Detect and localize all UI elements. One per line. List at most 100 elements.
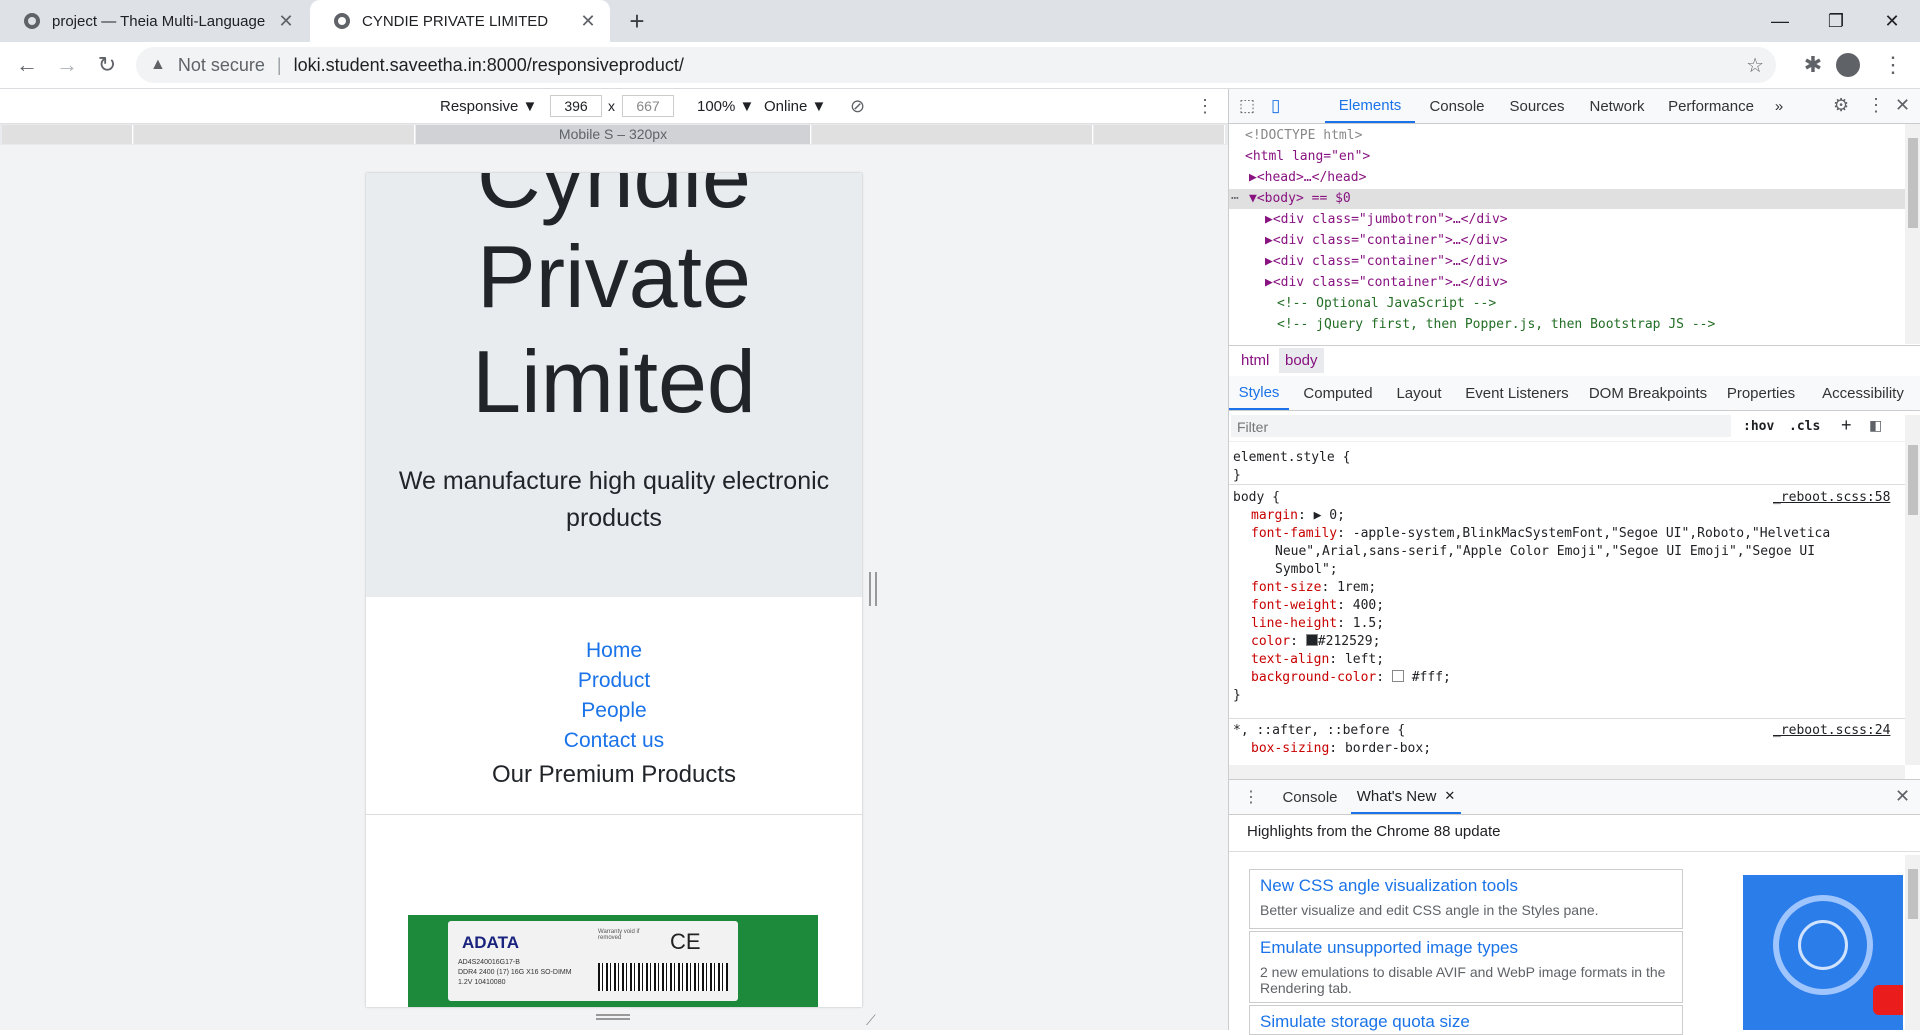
styles-filter-input[interactable] [1231, 415, 1729, 439]
back-button[interactable]: ← [10, 48, 44, 82]
dom-comment[interactable]: <!-- Optional JavaScript --> [1277, 296, 1496, 311]
feature-card[interactable]: Emulate unsupported image types 2 new em… [1249, 931, 1683, 1003]
feature-card-title[interactable]: Simulate storage quota size [1260, 1012, 1470, 1032]
drawer-menu-icon[interactable]: ⋮ [1243, 787, 1259, 807]
drawer-scrollbar[interactable] [1905, 855, 1920, 1030]
minimize-button[interactable]: — [1752, 0, 1808, 42]
dom-node-selected[interactable]: ▼<body> == $0 [1249, 191, 1351, 206]
tab-console[interactable]: Console [1419, 89, 1495, 123]
inspect-element-icon[interactable]: ⬚ [1239, 96, 1255, 116]
new-style-rule-icon[interactable]: + [1841, 415, 1852, 436]
subtab-dom-breakpoints[interactable]: DOM Breakpoints [1583, 376, 1713, 410]
decl-font-weight[interactable]: font-weight: 400; [1251, 598, 1384, 613]
resize-handle-right[interactable] [869, 572, 877, 606]
drawer-tab-console[interactable]: Console [1273, 780, 1347, 814]
subtab-layout[interactable]: Layout [1387, 376, 1451, 410]
star-rule-selector[interactable]: *, ::after, ::before { [1233, 723, 1405, 738]
new-tab-button[interactable]: + [622, 6, 652, 36]
nav-home[interactable]: Home [366, 639, 862, 663]
rotate-icon[interactable]: ⊘ [850, 95, 865, 117]
body-rule-selector[interactable]: body { [1233, 490, 1280, 505]
devtools-menu-icon[interactable]: ⋮ [1867, 95, 1885, 116]
tab-network[interactable]: Network [1579, 89, 1655, 123]
close-drawer-tab-icon[interactable]: ✕ [1444, 788, 1455, 804]
dom-scrollbar[interactable] [1905, 124, 1920, 344]
subtab-properties[interactable]: Properties [1719, 376, 1803, 410]
color-swatch[interactable] [1391, 670, 1404, 682]
throttle-select[interactable]: Online ▼ [764, 95, 826, 117]
subtab-computed[interactable]: Computed [1295, 376, 1381, 410]
nav-product[interactable]: Product [366, 669, 862, 693]
close-tab-icon[interactable]: ✕ [276, 11, 296, 32]
subtab-accessibility[interactable]: Accessibility [1809, 376, 1917, 410]
styles-scrollbar[interactable] [1905, 415, 1920, 765]
mq-segment[interactable] [812, 125, 1093, 144]
maximize-button[interactable]: ❐ [1808, 0, 1864, 42]
close-window-button[interactable]: ✕ [1864, 0, 1920, 42]
close-devtools-icon[interactable]: ✕ [1895, 95, 1910, 116]
dom-node[interactable]: ▶<head>…</head> [1249, 170, 1366, 185]
dom-node[interactable]: <!DOCTYPE html> [1245, 128, 1362, 143]
mq-segment[interactable] [2, 125, 133, 144]
address-bar[interactable]: ▲ Not secure | loki.student.saveetha.in:… [136, 47, 1776, 83]
reboot-source-link[interactable]: _reboot.scss:58 [1773, 490, 1890, 505]
subtab-styles[interactable]: Styles [1229, 376, 1289, 410]
resize-corner-icon[interactable]: ⟋ [866, 1012, 876, 1029]
close-drawer-icon[interactable]: ✕ [1895, 786, 1910, 807]
dom-node[interactable]: ▶<div class="jumbotron">…</div> [1265, 212, 1508, 227]
dom-node[interactable]: ▶<div class="container">…</div> [1265, 233, 1508, 248]
resize-handle-bottom[interactable] [596, 1014, 630, 1020]
profile-avatar[interactable] [1836, 53, 1860, 77]
reload-button[interactable]: ↻ [90, 48, 124, 82]
styles-hscrollbar[interactable] [1229, 765, 1905, 779]
height-input[interactable]: 667 [622, 95, 674, 117]
scrollbar-thumb[interactable] [1908, 869, 1918, 919]
feature-card[interactable]: Simulate storage quota size [1249, 1005, 1683, 1035]
scrollbar-thumb[interactable] [1908, 138, 1918, 228]
mq-segment[interactable] [1094, 125, 1225, 144]
hov-toggle[interactable]: :hov [1743, 419, 1774, 434]
decl-color[interactable]: color: #212529; [1251, 634, 1380, 649]
decl-box-sizing[interactable]: box-sizing: border-box; [1251, 741, 1431, 756]
tab-sources[interactable]: Sources [1499, 89, 1575, 123]
decl-font-family[interactable]: font-family: -apple-system,BlinkMacSyste… [1251, 526, 1830, 541]
tab-elements[interactable]: Elements [1325, 89, 1415, 123]
mq-mobile-s[interactable]: Mobile S – 320px [416, 125, 811, 144]
drawer-tab-whats-new[interactable]: What's New ✕ [1351, 780, 1461, 814]
reboot-source-link[interactable]: _reboot.scss:24 [1773, 723, 1890, 738]
decl-font-size[interactable]: font-size: 1rem; [1251, 580, 1376, 595]
color-swatch[interactable] [1305, 634, 1318, 646]
device-toggle-icon[interactable]: ▯ [1271, 96, 1280, 116]
dom-node[interactable]: <html lang="en"> [1245, 149, 1370, 164]
element-style-selector[interactable]: element.style { [1233, 450, 1350, 465]
nav-people[interactable]: People [366, 699, 862, 723]
nav-contact[interactable]: Contact us [366, 729, 862, 753]
cls-toggle[interactable]: .cls [1789, 419, 1820, 434]
breadcrumb-body[interactable]: body [1279, 348, 1324, 373]
breadcrumb-html[interactable]: html [1237, 352, 1273, 369]
bookmark-star-icon[interactable]: ☆ [1746, 53, 1764, 78]
node-ellipsis-icon[interactable]: ⋯ [1231, 191, 1239, 206]
dom-node[interactable]: ▶<div class="container">…</div> [1265, 275, 1508, 290]
url-text[interactable]: loki.student.saveetha.in:8000/responsive… [294, 55, 684, 76]
menu-kebab-icon[interactable]: ⋮ [1876, 48, 1910, 82]
decl-background-color[interactable]: background-color: #fff; [1251, 670, 1451, 685]
subtab-event-listeners[interactable]: Event Listeners [1457, 376, 1577, 410]
feature-card[interactable]: New CSS angle visualization tools Better… [1249, 869, 1683, 929]
extensions-icon[interactable]: ✱ [1796, 48, 1830, 82]
tab-theia[interactable]: project — Theia Multi-Language ✕ [0, 0, 308, 42]
feature-card-title[interactable]: Emulate unsupported image types [1260, 938, 1518, 958]
width-input[interactable]: 396 [550, 95, 602, 117]
device-select[interactable]: Responsive ▼ [440, 95, 537, 117]
dom-comment[interactable]: <!-- jQuery first, then Popper.js, then … [1277, 317, 1715, 332]
security-label[interactable]: Not secure [178, 55, 265, 76]
mq-segment[interactable] [134, 125, 415, 144]
forward-button[interactable]: → [50, 48, 84, 82]
zoom-select[interactable]: 100% ▼ [697, 95, 754, 117]
toggle-sidebar-icon[interactable]: ◧ [1869, 417, 1882, 434]
video-play-icon[interactable] [1873, 985, 1903, 1015]
decl-line-height[interactable]: line-height: 1.5; [1251, 616, 1384, 631]
tab-performance[interactable]: Performance [1659, 89, 1763, 123]
feature-card-title[interactable]: New CSS angle visualization tools [1260, 876, 1518, 896]
decl-margin[interactable]: margin: ▶ 0; [1251, 508, 1345, 523]
